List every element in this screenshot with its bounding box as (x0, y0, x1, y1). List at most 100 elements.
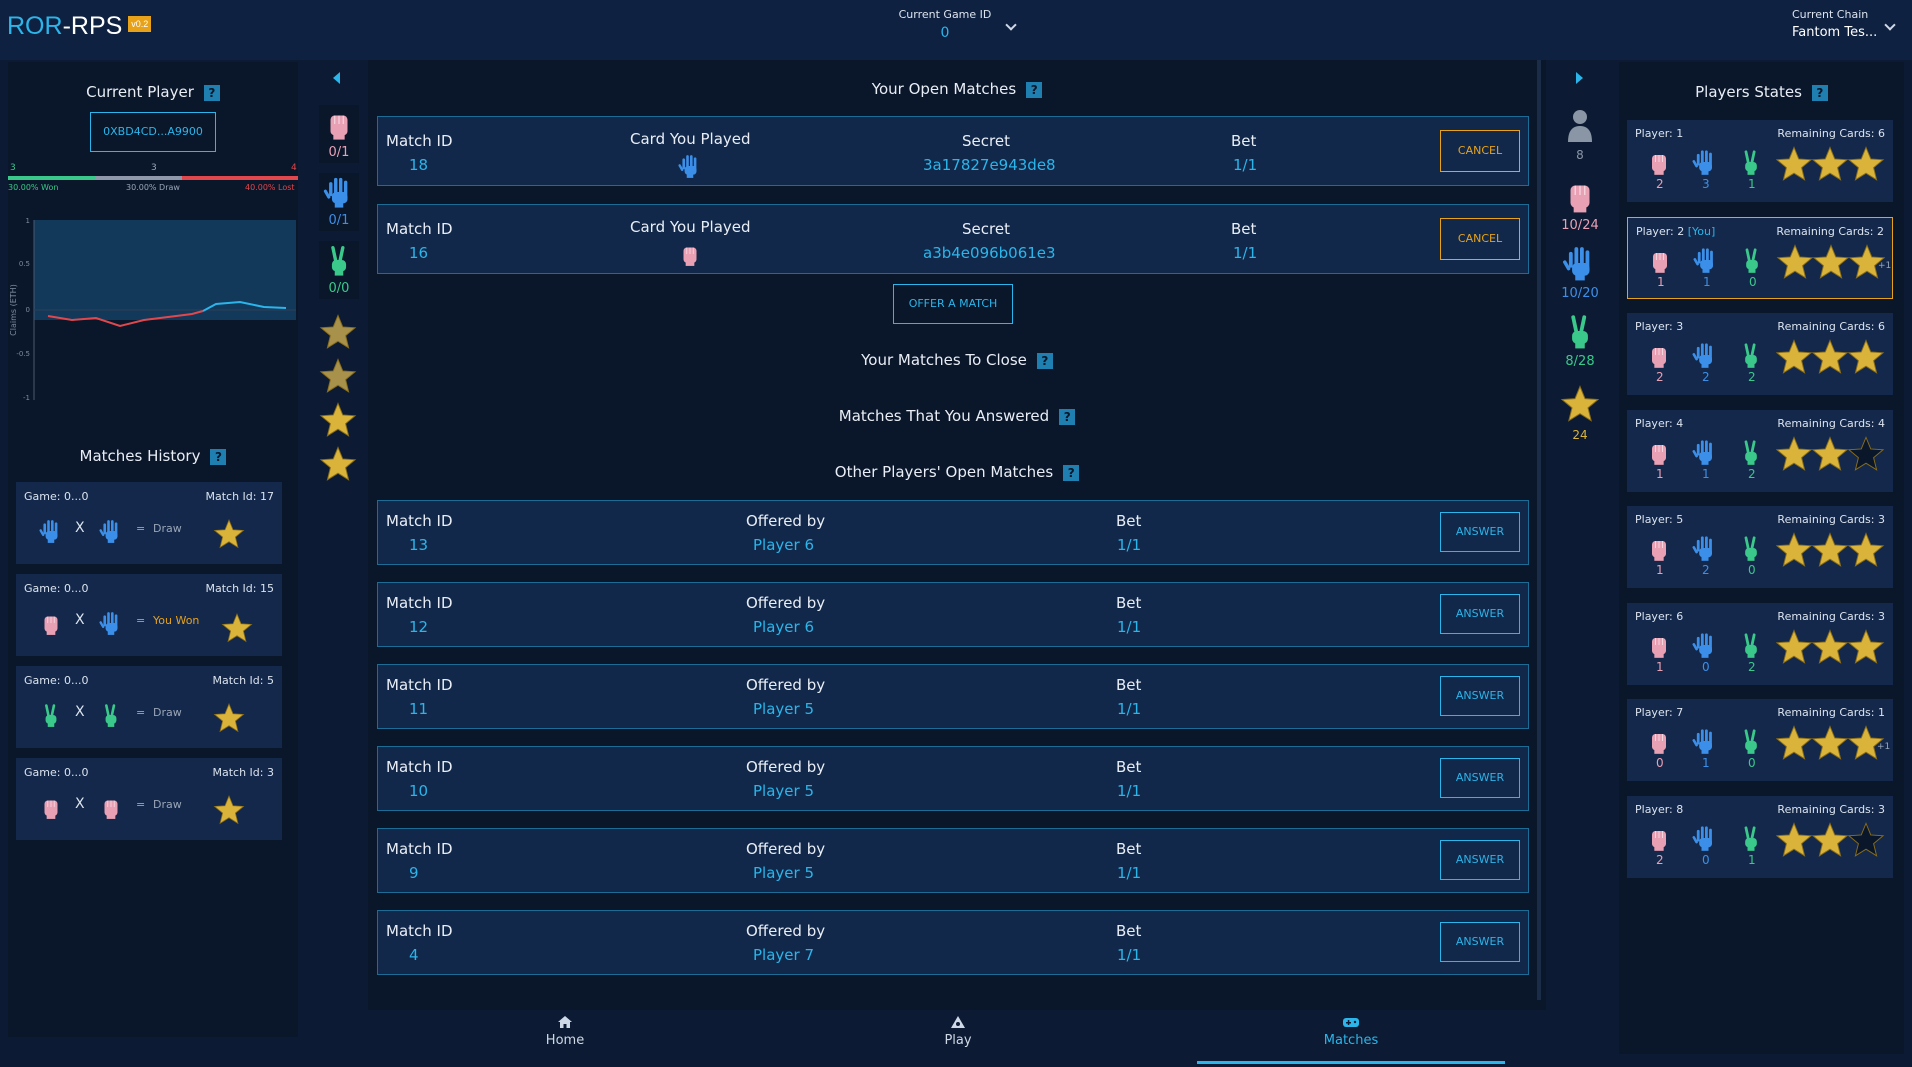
offered-by-value[interactable]: Player 5 (753, 700, 814, 718)
paper-count: 1 (1702, 756, 1710, 770)
my-scissors-count: 0/0 (328, 281, 350, 296)
bet-value: 1/1 (1117, 536, 1142, 554)
draw-segment (95, 176, 182, 180)
history-game: Game: 0...0 (24, 674, 89, 687)
nav-home-label: Home (545, 1033, 585, 1048)
rock-card-icon (38, 610, 64, 640)
offered-by-value[interactable]: Player 6 (753, 536, 814, 554)
total-stars: 24 (1558, 384, 1602, 442)
answer-button[interactable]: ANSWER (1440, 840, 1520, 880)
history-item[interactable]: Game: 0...0 Match Id: 17 X = Draw (16, 482, 282, 564)
help-icon[interactable]: ? (203, 84, 220, 101)
nav-matches-label: Matches (1323, 1033, 1379, 1048)
player-state-card[interactable]: Player: 8 Remaining Cards: 3 2 0 1 (1627, 795, 1893, 878)
nav-play[interactable]: Play (923, 1015, 993, 1048)
players-total: 8 (1560, 108, 1600, 162)
won-count: 3 (10, 163, 16, 173)
my-star-icon (319, 313, 357, 355)
player-state-card[interactable]: Player: 2 [You] Remaining Cards: 2 1 1 0… (1627, 216, 1893, 299)
paper-count: 1 (1703, 274, 1711, 289)
scissors-card-icon (1737, 341, 1765, 373)
match-id-label: Match ID (386, 132, 453, 150)
paper-card-icon (319, 175, 359, 213)
offered-by-value[interactable]: Player 7 (753, 946, 814, 964)
game-id-selector[interactable]: Current Game ID 0 (880, 8, 1010, 41)
player-state-card[interactable]: Player: 3 Remaining Cards: 6 2 2 2 (1627, 313, 1893, 395)
offered-by-value[interactable]: Player 5 (753, 782, 814, 800)
answer-button[interactable]: ANSWER (1440, 594, 1520, 634)
claims-ylabel: Claims (ETH) (9, 284, 18, 336)
help-icon[interactable]: ? (210, 448, 227, 465)
help-icon[interactable]: ? (1811, 84, 1828, 101)
my-scissors-cards[interactable]: 0/0 (319, 241, 359, 299)
player-state-card[interactable]: Player: 5 Remaining Cards: 3 1 2 0 (1627, 506, 1893, 588)
rock-card-icon (1555, 176, 1605, 218)
rock-count: 2 (1656, 370, 1664, 384)
nav-matches[interactable]: Matches (1316, 1015, 1386, 1048)
paper-count: 2 (1702, 563, 1710, 577)
star-icon (1775, 531, 1813, 573)
answer-button[interactable]: ANSWER (1440, 758, 1520, 798)
expand-right-icon[interactable] (1576, 72, 1583, 84)
history-game: Game: 0...0 (24, 582, 89, 595)
help-icon[interactable]: ? (1059, 408, 1076, 425)
star-icon (1775, 724, 1813, 766)
offered-by-label: Offered by (746, 840, 826, 858)
star-icon (1775, 628, 1813, 670)
my-rock-cards[interactable]: 0/1 (319, 105, 359, 163)
cancel-button[interactable]: CANCEL (1440, 218, 1520, 260)
total-paper-count: 10/20 (1561, 286, 1599, 301)
chain-selector[interactable]: Current Chain Fantom Tes... (1792, 8, 1877, 40)
help-icon[interactable]: ? (1036, 352, 1053, 369)
remaining-cards: Remaining Cards: 4 (1777, 416, 1885, 430)
answer-button[interactable]: ANSWER (1440, 676, 1520, 716)
answer-button[interactable]: ANSWER (1440, 512, 1520, 552)
history-match-id: Match Id: 15 (205, 582, 275, 595)
bet-label: Bet (1116, 840, 1142, 858)
rock-count: 2 (1656, 177, 1664, 191)
collapse-left-icon[interactable] (333, 72, 340, 84)
history-item[interactable]: Game: 0...0 Match Id: 15 X = You Won (16, 574, 282, 656)
player-state-card[interactable]: Player: 6 Remaining Cards: 3 1 0 2 (1627, 602, 1893, 685)
lost-segment (182, 176, 298, 180)
help-icon[interactable]: ? (1063, 464, 1080, 481)
player-address[interactable]: 0XBD4CD...A9900 (90, 112, 216, 152)
app-logo[interactable]: ROR-RPS v0.2 (7, 12, 152, 41)
star-icon (1847, 338, 1885, 380)
rock-count: 0 (1656, 756, 1664, 770)
paper-card-icon (1691, 438, 1719, 470)
players-states-title: Players States? (1619, 83, 1904, 101)
vs-label: X (75, 796, 85, 812)
player-label: Player: 2 [You] (1636, 224, 1716, 238)
player-state-card[interactable]: Player: 1 Remaining Cards: 6 2 3 1 (1627, 120, 1893, 202)
bet-label: Bet (1231, 220, 1257, 238)
answer-button[interactable]: ANSWER (1440, 922, 1520, 962)
nav-home[interactable]: Home (530, 1015, 600, 1048)
vs-label: X (75, 704, 85, 720)
history-item[interactable]: Game: 0...0 Match Id: 5 X = Draw (16, 666, 282, 748)
scissors-card-icon (319, 243, 359, 281)
chevron-down-icon[interactable] (1884, 19, 1896, 31)
help-icon[interactable]: ? (1026, 81, 1043, 98)
remaining-cards: Remaining Cards: 3 (1777, 802, 1885, 816)
player-state-card[interactable]: Player: 4 Remaining Cards: 4 1 1 2 (1627, 409, 1893, 492)
extra-stars: +1 (1877, 742, 1891, 752)
cancel-button[interactable]: CANCEL (1440, 130, 1520, 172)
player-icon (1568, 110, 1592, 142)
ytick-0: 0 (26, 306, 30, 314)
history-item[interactable]: Game: 0...0 Match Id: 3 X = Draw (16, 758, 282, 840)
scissors-card-icon (1737, 438, 1765, 470)
scissors-card-icon (38, 702, 64, 732)
scrollbar[interactable] (1537, 60, 1541, 1000)
secret-value: a3b4e096b061e3 (923, 244, 1056, 262)
match-id-label: Match ID (386, 594, 453, 612)
match-id-value: 13 (409, 536, 429, 554)
my-paper-cards[interactable]: 0/1 (319, 173, 359, 231)
bet-value: 1/1 (1117, 618, 1142, 636)
total-stars-count: 24 (1572, 428, 1588, 442)
player-state-card[interactable]: Player: 7 Remaining Cards: 1 0 1 0 +1 (1627, 699, 1893, 781)
offered-by-value[interactable]: Player 6 (753, 618, 814, 636)
offered-by-value[interactable]: Player 5 (753, 864, 814, 882)
offer-match-button[interactable]: OFFER A MATCH (893, 284, 1013, 324)
header: ROR-RPS v0.2 Current Game ID 0 Current Ch… (0, 0, 1912, 60)
